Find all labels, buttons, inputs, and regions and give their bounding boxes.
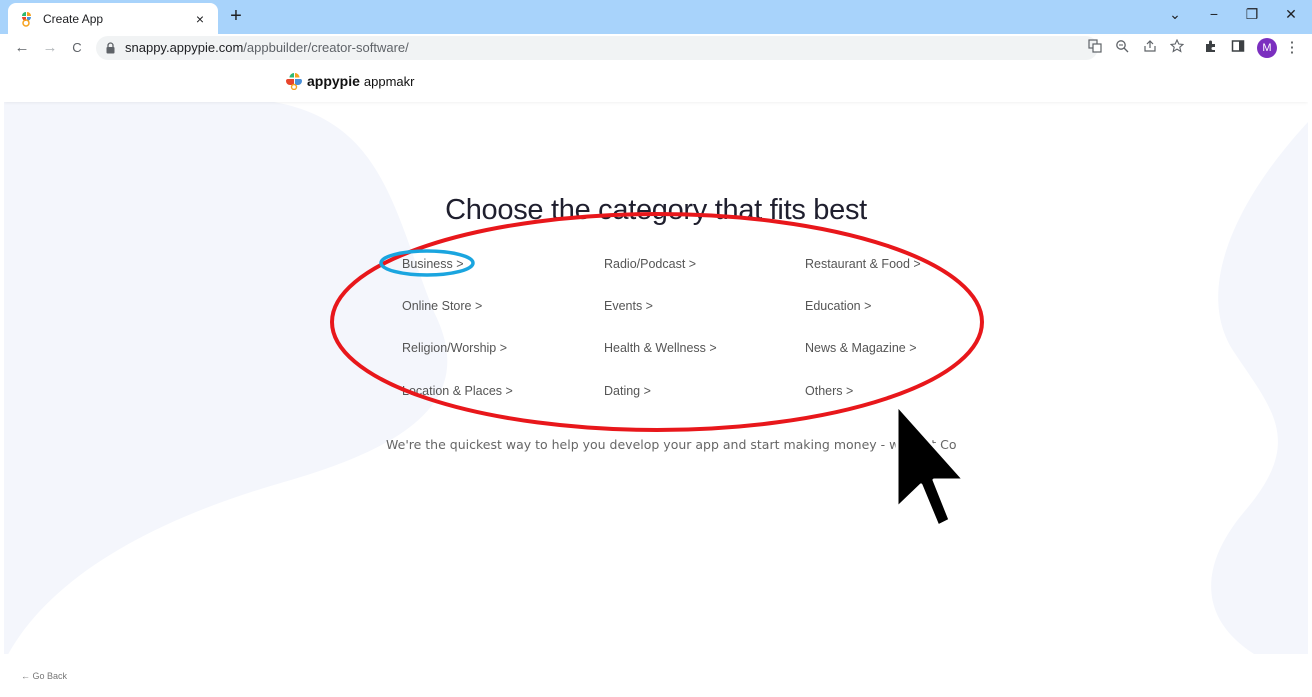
category-radio-podcast[interactable]: Radio/Podcast >	[604, 257, 696, 271]
category-health-wellness[interactable]: Health & Wellness >	[604, 341, 717, 355]
close-window-button[interactable]: ✕	[1280, 6, 1302, 23]
browser-tab-bar: Create App × + ⌄ − ❐ ✕	[0, 0, 1312, 34]
web-page: appypie appmakr Choose the category that…	[4, 62, 1308, 697]
tab-search-chevron-icon[interactable]: ⌄	[1164, 6, 1186, 23]
appypie-favicon-icon	[22, 11, 31, 27]
category-religion-worship[interactable]: Religion/Worship >	[402, 341, 507, 355]
reload-button[interactable]: C	[67, 38, 87, 58]
main-content: Choose the category that fits best Busin…	[4, 62, 1308, 697]
brand-name: appypie	[307, 73, 360, 89]
back-button[interactable]: ←	[12, 38, 32, 58]
address-bar[interactable]: snappy.appypie.com/appbuilder/creator-so…	[96, 36, 1185, 60]
category-business[interactable]: Business >	[402, 257, 464, 271]
profile-avatar[interactable]: M	[1257, 38, 1277, 58]
tab-close-icon[interactable]: ×	[192, 11, 208, 27]
url-host: snappy.appypie.com	[125, 40, 244, 55]
extensions-icon[interactable]	[1202, 39, 1220, 57]
category-education[interactable]: Education >	[805, 299, 871, 313]
url-path: /appbuilder/creator-software/	[243, 40, 409, 55]
site-header: appypie appmakr	[4, 62, 1308, 102]
category-events[interactable]: Events >	[604, 299, 653, 313]
url-text: snappy.appypie.com/appbuilder/creator-so…	[125, 40, 409, 55]
lock-icon	[106, 42, 115, 54]
category-restaurant-food[interactable]: Restaurant & Food >	[805, 257, 921, 271]
appypie-logo[interactable]: appypie appmakr	[285, 72, 414, 90]
appypie-logo-icon	[286, 73, 303, 90]
browser-toolbar: ← → C snappy.appypie.com/appbuilder/crea…	[0, 34, 1312, 62]
translate-icon[interactable]	[1086, 39, 1104, 57]
minimize-button[interactable]: −	[1203, 6, 1225, 22]
screenshot-root: Create App × + ⌄ − ❐ ✕ ← → C snappy.appy…	[0, 0, 1312, 697]
category-others[interactable]: Others >	[805, 384, 853, 398]
forward-button[interactable]: →	[40, 38, 60, 58]
zoom-icon[interactable]	[1113, 39, 1131, 57]
restore-button[interactable]: ❐	[1241, 6, 1263, 23]
browser-tab[interactable]: Create App ×	[8, 3, 218, 34]
side-panel-icon[interactable]	[1229, 39, 1247, 57]
chrome-menu-icon[interactable]: ⋮	[1283, 39, 1301, 57]
category-news-magazine[interactable]: News & Magazine >	[805, 341, 917, 355]
share-icon[interactable]	[1141, 39, 1159, 57]
tab-title: Create App	[43, 11, 104, 26]
go-back-link[interactable]: ← Go Back	[21, 671, 67, 681]
product-name: appmakr	[363, 73, 415, 89]
category-dating[interactable]: Dating >	[604, 384, 651, 398]
category-online-store[interactable]: Online Store >	[402, 299, 482, 313]
page-footer: ← Go Back	[4, 654, 1308, 697]
category-location-places[interactable]: Location & Places >	[402, 384, 513, 398]
new-tab-button[interactable]: +	[226, 5, 246, 27]
tagline: We're the quickest way to help you devel…	[386, 437, 957, 452]
star-icon[interactable]	[1168, 38, 1186, 57]
page-heading: Choose the category that fits best	[445, 194, 867, 226]
